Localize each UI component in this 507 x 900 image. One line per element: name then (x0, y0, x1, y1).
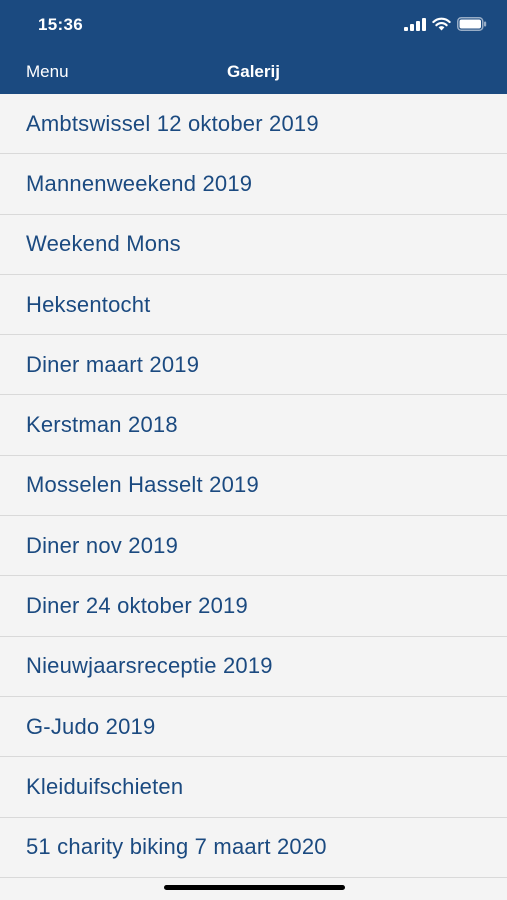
list-item-label: Diner nov 2019 (26, 532, 179, 558)
list-item-label: Ambtswissel 12 oktober 2019 (26, 110, 319, 136)
list-item-label: Diner maart 2019 (26, 351, 200, 377)
header: 15:36 Menu Galerij (0, 0, 507, 94)
list-item[interactable]: Nieuwjaarsreceptie 2019 (0, 636, 507, 697)
list-item-label: Diner 24 oktober 2019 (26, 593, 248, 619)
list-item-label: Weekend Mons (26, 231, 181, 257)
status-bar: 15:36 (0, 0, 507, 50)
list-item[interactable]: Diner nov 2019 (0, 516, 507, 577)
list-item-label: Mannenweekend 2019 (26, 170, 253, 196)
list-item[interactable]: Mannenweekend 2019 (0, 154, 507, 215)
navbar: Menu Galerij (0, 50, 507, 94)
list-item[interactable]: Ambtswissel 12 oktober 2019 (0, 94, 507, 155)
home-indicator[interactable] (164, 885, 345, 890)
app-screen: 15:36 Menu Galerij Ambtswissel 12 oktobe… (0, 0, 507, 900)
list-item[interactable]: 51 charity biking 7 maart 2020 (0, 817, 507, 878)
list-item[interactable]: Kerstman 2018 (0, 395, 507, 456)
status-time: 15:36 (38, 15, 83, 34)
list-item[interactable]: Diner maart 2019 (0, 335, 507, 396)
list-item-label: Nieuwjaarsreceptie 2019 (26, 653, 273, 679)
list-item-label: Kerstman 2018 (26, 412, 178, 438)
list-item[interactable]: Weekend Mons (0, 214, 507, 275)
list-item[interactable]: Mosselen Hasselt 2019 (0, 455, 507, 517)
wifi-icon (432, 17, 451, 31)
list-item-label: G-Judo 2019 (26, 713, 156, 739)
list-item-label: 51 charity biking 7 maart 2020 (26, 834, 327, 860)
signal-icon (404, 17, 426, 31)
list-item[interactable]: Kleiduifschieten (0, 757, 507, 818)
page-title: Galerij (227, 62, 280, 81)
list-item[interactable]: G-Judo 2019 (0, 696, 507, 758)
list-item-label: Mosselen Hasselt 2019 (26, 472, 259, 498)
battery-icon (457, 17, 487, 31)
list-item-label: Heksentocht (26, 291, 151, 317)
list-item-label: Kleiduifschieten (26, 773, 184, 799)
list-item[interactable]: Diner 24 oktober 2019 (0, 576, 507, 637)
list-item[interactable]: Heksentocht (0, 274, 507, 336)
status-icons (404, 16, 487, 32)
gallery-list: Ambtswissel 12 oktober 2019 Mannenweeken… (0, 94, 507, 878)
